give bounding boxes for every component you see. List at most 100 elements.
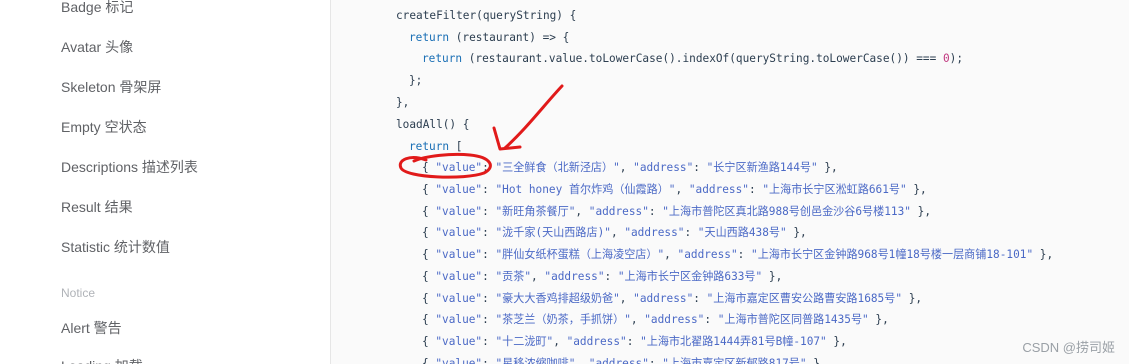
- code-key: "address": [588, 204, 649, 218]
- code-line-array-item: { "value": "胖仙女纸杯蛋糕（上海凌空店）", "address": …: [422, 244, 1053, 266]
- code-text: },: [826, 335, 847, 348]
- code-text: {: [422, 356, 436, 364]
- code-string: "上海市普陀区真北路988号创邑金沙谷6号楼113": [662, 204, 911, 218]
- nav-item-skeleton[interactable]: Skeleton 骨架屏: [61, 77, 161, 97]
- code-text: },: [906, 182, 927, 196]
- code-string: "豪大大香鸡排超级奶爸": [495, 291, 620, 305]
- code-key: "value": [435, 182, 483, 196]
- code-text: :: [482, 248, 496, 261]
- code-text: :: [482, 291, 496, 305]
- code-string: "上海市长宁区淞虹路661号": [762, 182, 907, 196]
- code-line-array-item: { "value": "三全鲜食（北新泾店）", "address": "长宁区…: [422, 157, 838, 179]
- code-text: );: [949, 52, 964, 65]
- code-text: :: [482, 182, 496, 196]
- code-text: :: [693, 161, 707, 174]
- nav-item-loading[interactable]: Loading 加载: [61, 356, 143, 364]
- code-text: ,: [575, 356, 589, 364]
- nav-group-notice: Notice: [61, 286, 96, 300]
- code-string: "上海市北翟路1444弄81号B幢-107": [640, 335, 827, 348]
- code-key: "value": [435, 291, 483, 305]
- code-text: ,: [664, 248, 678, 261]
- code-string: "新旺角茶餐厅": [495, 204, 576, 218]
- code-key: "address": [566, 335, 627, 348]
- code-text: ,: [575, 204, 589, 218]
- code-text: {: [422, 226, 436, 240]
- code-line: },: [396, 92, 409, 114]
- code-string: "上海市嘉定区新郁路817号": [662, 356, 807, 364]
- code-text: :: [482, 269, 496, 283]
- code-text: loadAll() {: [396, 118, 470, 131]
- nav-item-badge[interactable]: Badge 标记: [61, 0, 133, 17]
- code-text: ,: [553, 335, 567, 348]
- code-text: {: [422, 161, 436, 174]
- code-line: return (restaurant) => {: [409, 27, 569, 49]
- code-line: return [: [409, 136, 462, 158]
- nav-item-statistic[interactable]: Statistic 统计数值: [61, 237, 170, 257]
- code-key: "address": [624, 226, 685, 240]
- code-text: ,: [619, 161, 634, 174]
- code-key: "address": [677, 248, 738, 261]
- code-text: :: [482, 313, 496, 327]
- nav-item-result[interactable]: Result 结果: [61, 197, 133, 217]
- code-string: "长宁区新渔路144号": [706, 161, 818, 174]
- code-text: :: [748, 182, 763, 196]
- code-string: "上海市长宁区金钟路968号1幢18号楼一层商铺18-101": [751, 248, 1034, 261]
- code-key: "address": [588, 356, 649, 364]
- code-text: ,: [630, 313, 645, 327]
- code-text: :: [482, 226, 496, 240]
- code-string: "胖仙女纸杯蛋糕（上海凌空店）": [495, 248, 665, 261]
- code-text: {: [422, 204, 436, 218]
- code-key: "value": [435, 161, 483, 174]
- code-text: ,: [531, 269, 545, 283]
- code-string: "Hot honey 首尔炸鸡（仙霞路）": [495, 182, 676, 196]
- code-key: "value": [435, 356, 483, 364]
- code-line-array-item: { "value": "茶芝兰（奶茶，手抓饼）", "address": "上海…: [422, 309, 889, 331]
- code-key: "value": [435, 269, 483, 283]
- code-text: (restaurant) => {: [449, 31, 570, 44]
- code-key: "value": [435, 313, 483, 327]
- code-key: "address": [633, 161, 694, 174]
- code-line: };: [409, 70, 422, 92]
- nav-item-avatar[interactable]: Avatar 头像: [61, 37, 133, 57]
- code-string: "天山西路438号": [697, 226, 787, 240]
- code-block: createFilter(queryString) { return (rest…: [331, 0, 1129, 364]
- code-text: :: [626, 335, 641, 348]
- code-line-array-item: { "value": "十二泷町", "address": "上海市北翟路144…: [422, 331, 847, 353]
- code-key: "address": [644, 313, 705, 327]
- code-text: {: [422, 335, 436, 348]
- code-string: "上海市长宁区金钟路633号": [617, 269, 763, 283]
- code-line-array-item: { "value": "豪大大香鸡排超级奶爸", "address": "上海市…: [422, 288, 922, 310]
- nav-item-empty[interactable]: Empty 空状态: [61, 117, 147, 137]
- code-string: "贡茶": [495, 269, 532, 283]
- code-text: {: [422, 313, 436, 327]
- code-line-array-item: { "value": "新旺角茶餐厅", "address": "上海市普陀区真…: [422, 201, 931, 223]
- code-string: "上海市嘉定区曹安公路曹安路1685号": [706, 291, 903, 305]
- code-text: ,: [675, 182, 689, 196]
- nav-item-descriptions[interactable]: Descriptions 描述列表: [61, 157, 198, 177]
- code-line-array-item: { "value": "贡茶", "address": "上海市长宁区金钟路63…: [422, 266, 782, 288]
- code-string: "泷千家(天山西路店)": [495, 226, 611, 240]
- code-text: :: [648, 356, 663, 364]
- code-text: };: [409, 74, 423, 87]
- code-text: },: [806, 356, 827, 364]
- code-line: createFilter(queryString) {: [396, 5, 576, 27]
- code-keyword: return: [409, 140, 450, 153]
- code-key: "address": [633, 291, 694, 305]
- code-key: "value": [435, 226, 483, 240]
- code-key: "value": [435, 335, 483, 348]
- code-line-array-item: { "value": "Hot honey 首尔炸鸡（仙霞路）", "addre…: [422, 179, 927, 201]
- code-key: "address": [688, 182, 749, 196]
- code-text: :: [482, 356, 496, 364]
- code-text: },: [396, 96, 410, 109]
- code-text: :: [482, 204, 496, 218]
- code-text: :: [604, 269, 618, 283]
- sidebar-nav: Badge 标记 Avatar 头像 Skeleton 骨架屏 Empty 空状…: [0, 0, 331, 364]
- code-text: :: [704, 313, 718, 327]
- code-text: {: [422, 182, 436, 196]
- code-text: :: [684, 226, 698, 240]
- code-string: "三全鲜食（北新泾店）": [495, 161, 620, 174]
- nav-item-alert[interactable]: Alert 警告: [61, 318, 122, 338]
- code-string: "十二泷町": [495, 335, 554, 348]
- code-key: "value": [435, 248, 483, 261]
- code-text: createFilter(queryString) {: [396, 9, 577, 22]
